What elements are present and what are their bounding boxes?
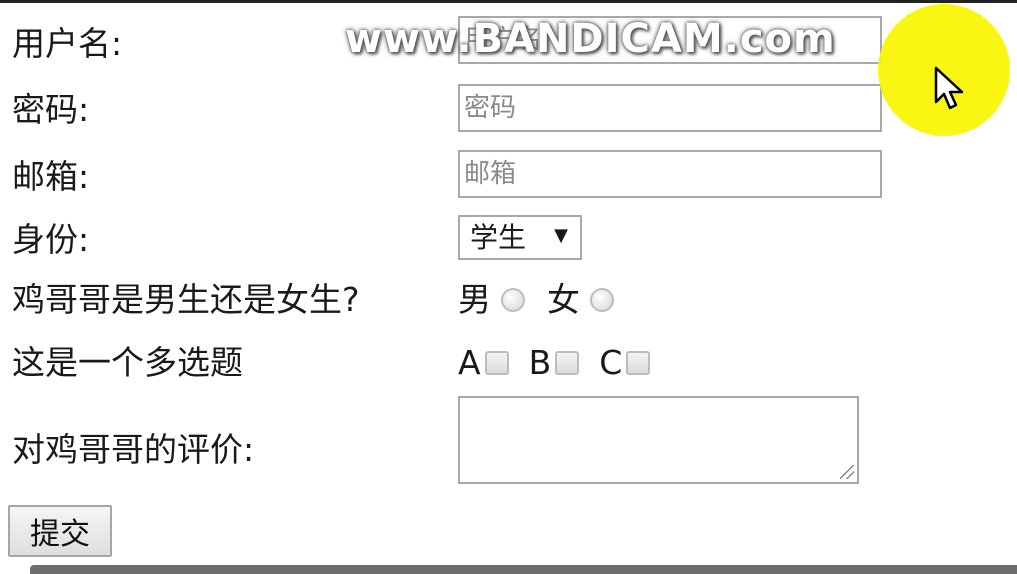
comment-label: 对鸡哥哥的评价: — [12, 430, 255, 469]
option-c-label: C — [599, 343, 623, 382]
gender-options: 男 女 — [458, 280, 636, 320]
gender-option-female-label: 女 — [547, 280, 580, 319]
checkbox-b[interactable] — [555, 351, 580, 375]
username-input[interactable] — [458, 16, 882, 64]
checkbox-c[interactable] — [626, 351, 651, 375]
option-b-label: B — [528, 343, 552, 382]
resize-grip-icon[interactable] — [840, 465, 854, 479]
dropdown-arrow-icon: ▼ — [554, 225, 568, 246]
email-label: 邮箱: — [12, 157, 90, 196]
comment-textarea[interactable] — [458, 396, 859, 484]
bottom-scrollbar[interactable] — [30, 565, 1017, 574]
password-label: 密码: — [12, 90, 90, 129]
gender-option-male-label: 男 — [458, 280, 491, 319]
option-a-label: A — [458, 343, 481, 382]
submit-button[interactable]: 提交 — [8, 505, 112, 557]
gender-question-label: 鸡哥哥是男生还是女生? — [12, 280, 360, 319]
gender-radio-male[interactable] — [501, 288, 525, 312]
multi-choice-options: A B C — [458, 343, 670, 383]
identity-select[interactable]: 学生 ▼ — [458, 215, 582, 260]
username-label: 用户名: — [12, 24, 123, 63]
gender-radio-female[interactable] — [590, 288, 614, 312]
mouse-pointer-icon — [934, 66, 964, 110]
identity-label: 身份: — [12, 220, 90, 259]
multi-choice-question-label: 这是一个多选题 — [12, 343, 243, 382]
checkbox-a[interactable] — [484, 351, 509, 375]
identity-selected-value: 学生 — [470, 221, 527, 254]
password-input[interactable] — [458, 84, 882, 132]
email-input[interactable] — [458, 150, 882, 198]
window-top-border — [0, 0, 1017, 3]
